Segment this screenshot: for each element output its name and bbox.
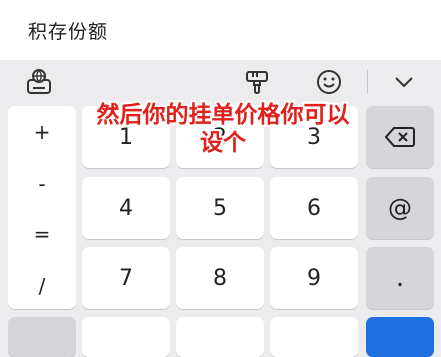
key-7[interactable]: 7: [82, 247, 170, 309]
slash-key[interactable]: /: [8, 274, 76, 298]
input-area: 积存份额: [0, 0, 441, 60]
backspace-icon: [385, 127, 415, 147]
key-8[interactable]: 8: [176, 247, 264, 309]
field-label: 积存份额: [28, 20, 109, 43]
subtitle-line-1: 然后你的挂单价格你可以: [96, 102, 350, 128]
key-6[interactable]: 6: [270, 177, 358, 239]
plus-key[interactable]: +: [8, 120, 76, 144]
subtitle-line-2: 设个: [200, 130, 246, 156]
key-5[interactable]: 5: [176, 177, 264, 239]
keyboard-toolbar: [0, 60, 441, 106]
equals-key[interactable]: =: [8, 222, 76, 246]
shares-input-field[interactable]: 积存份额: [14, 8, 428, 52]
at-key[interactable]: @: [366, 177, 434, 239]
subtitle-overlay: 然后你的挂单价格你可以 设个: [80, 101, 366, 157]
bottom-left-key[interactable]: [8, 317, 76, 357]
keyboard-settings-icon[interactable]: [24, 67, 54, 97]
backspace-key[interactable]: [366, 106, 434, 168]
collapse-keyboard-icon[interactable]: [389, 67, 419, 97]
paint-brush-icon[interactable]: [242, 67, 272, 97]
symbol-column: + - = /: [8, 106, 76, 309]
bottom-key-3[interactable]: [270, 317, 358, 357]
dot-key[interactable]: .: [366, 247, 434, 309]
key-9[interactable]: 9: [270, 247, 358, 309]
emoji-icon[interactable]: [314, 67, 344, 97]
minus-key[interactable]: -: [8, 172, 76, 196]
key-4[interactable]: 4: [82, 177, 170, 239]
enter-key[interactable]: [366, 317, 434, 357]
bottom-key-1[interactable]: [82, 317, 170, 357]
bottom-key-2[interactable]: [176, 317, 264, 357]
toolbar-divider: [367, 70, 368, 94]
